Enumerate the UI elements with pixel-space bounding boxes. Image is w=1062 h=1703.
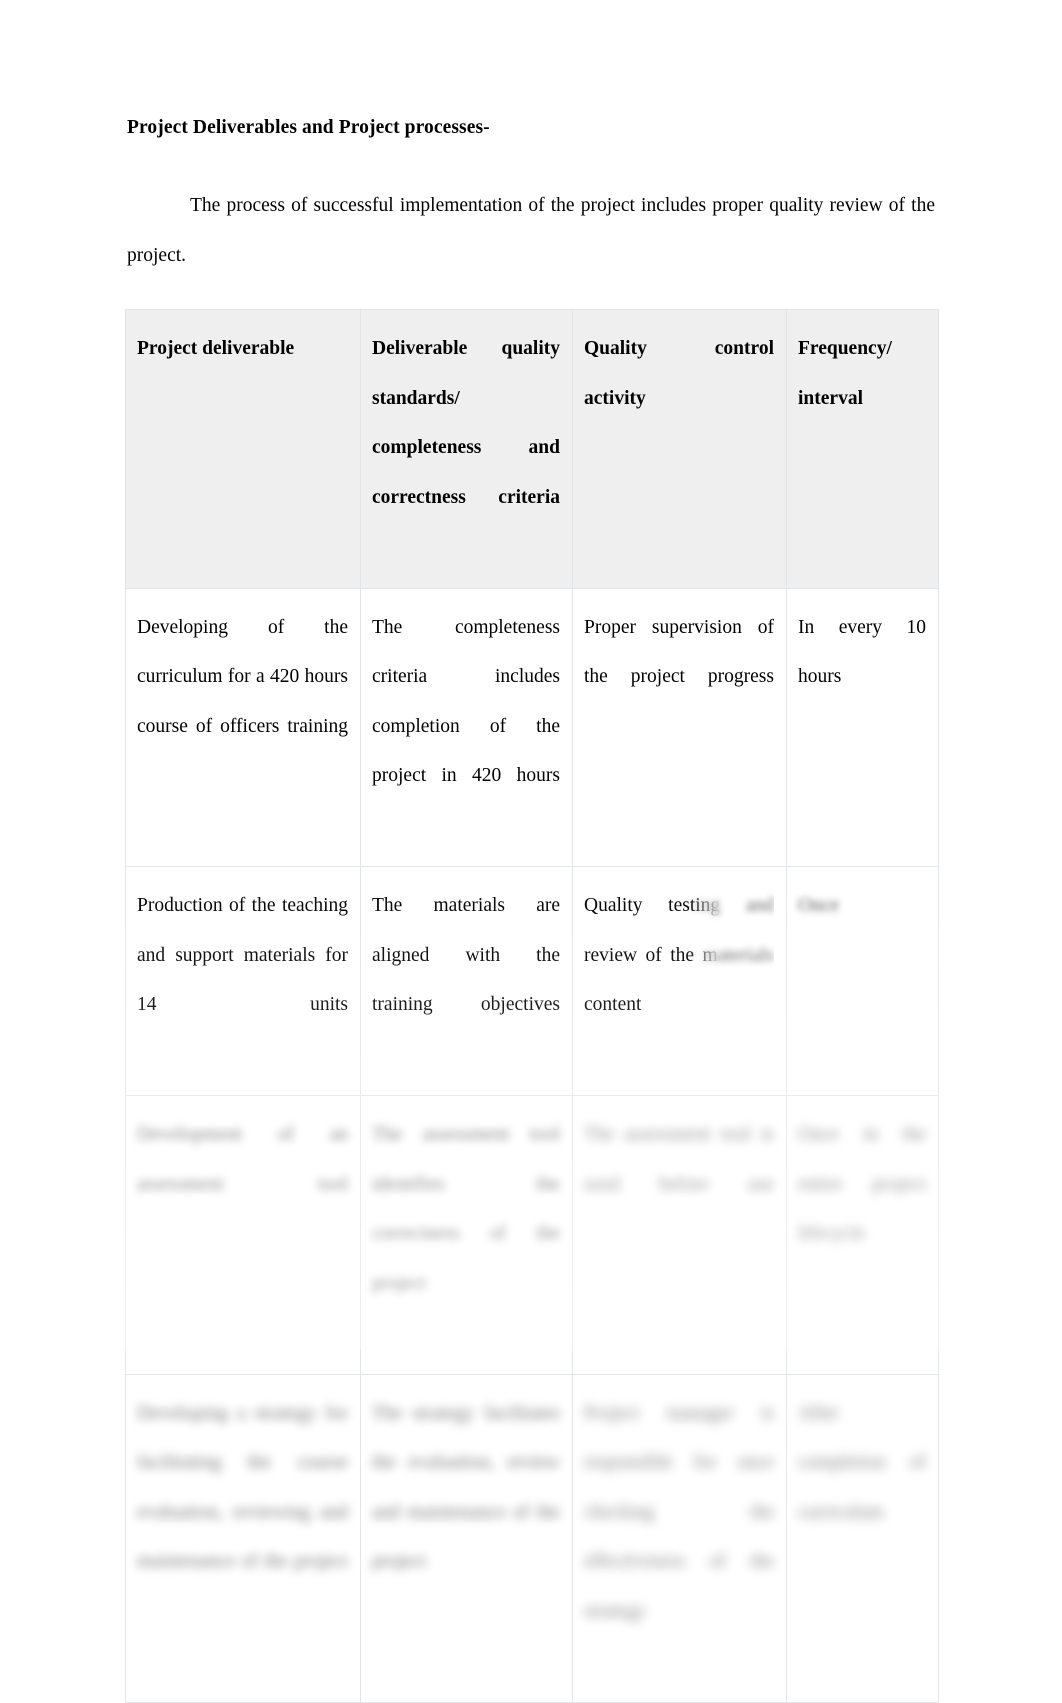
table-row: Development of an assessment tool The as… [125,1095,939,1375]
cell-activity: Quality testing and review of the materi… [572,866,787,1096]
cell-activity: Project manager is responsible for once … [572,1373,787,1703]
cell-text: The completeness criteria includes compl… [372,616,560,787]
cell-frequency: Once [786,866,939,1096]
column-header-quality-control-activity: Quality control activity [572,309,787,589]
header-label: Quality control activity [584,338,774,409]
cell-deliverable: Development of an assessment tool [125,1095,361,1375]
table-row: Developing a strategy for facilitating t… [125,1373,939,1703]
cell-text: Developing of the curriculum for a 420 h… [137,616,348,737]
cell-frequency: Once in the entire project lifecycle [786,1095,939,1375]
cell-text: Development of an assessment tool [137,1124,348,1195]
cell-text: The strategy facilitates the evaluation,… [372,1402,560,1573]
header-label: Frequency/ interval [798,338,892,409]
document-body: Project Deliverables and Project process… [127,118,939,331]
cell-text: Once [798,895,840,916]
cell-deliverable: Developing of the curriculum for a 420 h… [125,587,361,867]
cell-standards: The strategy facilitates the evaluation,… [360,1373,573,1703]
cell-deliverable: Developing a strategy for facilitating t… [125,1373,361,1703]
column-header-frequency-interval: Frequency/ interval [786,309,939,589]
cell-standards: The materials are aligned with the train… [360,866,573,1096]
cell-deliverable: Production of the teaching and support m… [125,866,361,1096]
cell-text: The assessment tool is used before use [584,1124,774,1195]
table-header-row: Project deliverable Deliverable quality … [125,309,939,589]
cell-text: The assessment tool identifies the corre… [372,1124,560,1294]
cell-text: The materials are aligned with the train… [372,895,560,1015]
column-header-deliverable-quality-standards: Deliverable quality standards/ completen… [360,309,573,589]
cell-text: In every 10 hours [798,616,926,688]
header-label: Project deliverable [137,338,295,359]
table-row: Production of the teaching and support m… [125,866,939,1096]
cell-standards: The completeness criteria includes compl… [360,587,573,867]
cell-text: Production of the teaching and support m… [137,895,348,1015]
cell-text: Proper supervision of the project progre… [584,616,774,688]
partially-redacted-text: Quality testing and review of the materi… [584,881,774,1079]
cell-standards: The assessment tool identifies the corre… [360,1095,573,1375]
quality-table-wrapper: Project deliverable Deliverable quality … [125,309,939,1703]
cell-activity: The assessment tool is used before use [572,1095,787,1375]
cell-text: Once in the entire project lifecycle [798,1124,926,1244]
cell-frequency: After completion of curriculum [786,1373,939,1703]
quality-review-table: Project deliverable Deliverable quality … [125,309,939,1703]
page-title: Project Deliverables and Project process… [127,117,490,138]
cell-text: Developing a strategy for facilitating t… [137,1402,348,1573]
cell-activity: Proper supervision of the project progre… [572,587,787,867]
header-label: Deliverable quality standards/ completen… [372,338,560,508]
document-page: Project Deliverables and Project process… [0,0,1062,1703]
column-header-project-deliverable: Project deliverable [125,309,361,589]
cell-text: After completion of curriculum [798,1402,926,1523]
cell-text: Project manager is responsible for once … [584,1402,774,1622]
cell-text: Quality testing and review of the materi… [584,895,774,1015]
cell-frequency: In every 10 hours [786,587,939,867]
table-row: Developing of the curriculum for a 420 h… [125,587,939,867]
intro-paragraph: The process of successful implementation… [127,194,935,266]
